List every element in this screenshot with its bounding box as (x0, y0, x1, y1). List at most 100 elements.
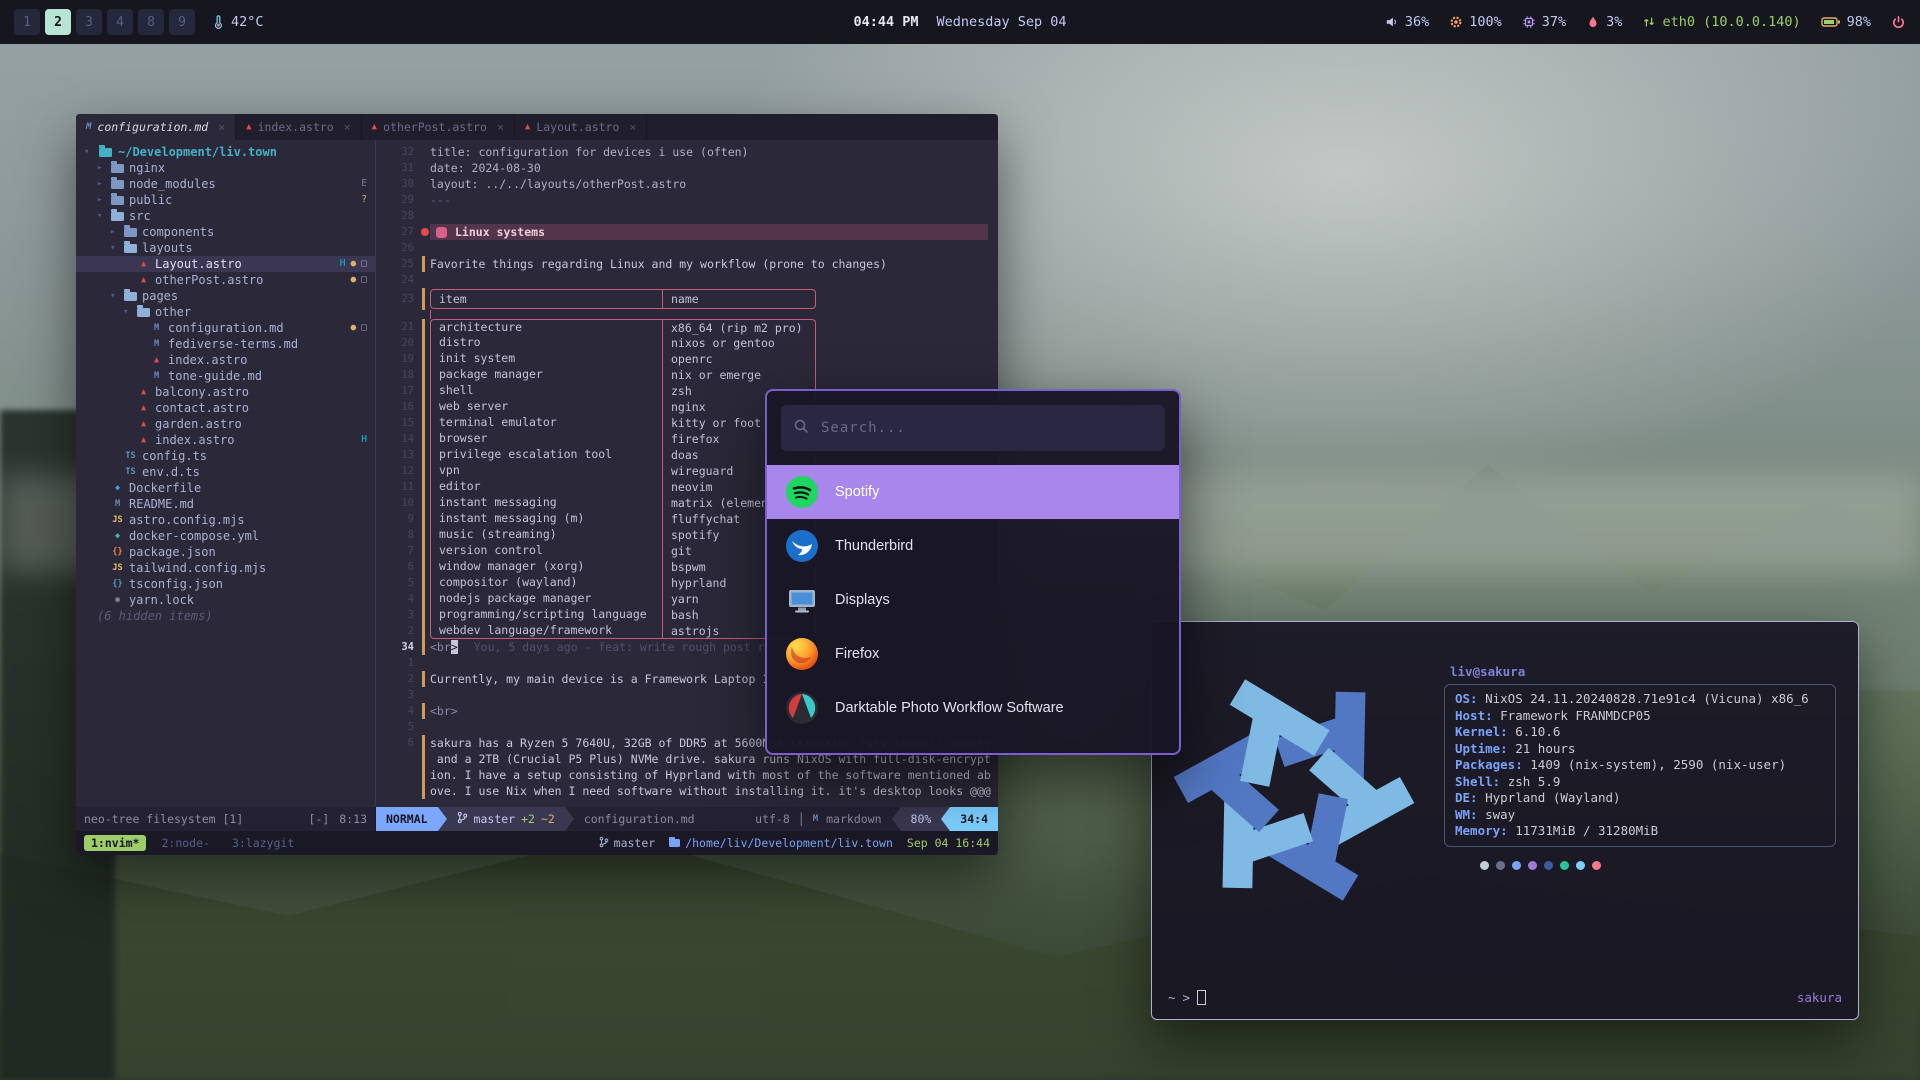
git-status-badges: E (361, 176, 367, 192)
power-button[interactable] (1891, 15, 1906, 30)
chevron-down-icon: ▾ (97, 208, 106, 224)
line-number: 15 (376, 415, 422, 431)
tree-item[interactable]: Mfediverse-terms.md (76, 336, 375, 352)
launcher-item[interactable]: Displays (767, 573, 1179, 627)
editor-tab[interactable]: ▲Layout.astro× (515, 114, 647, 140)
tree-item[interactable]: TSconfig.ts (76, 448, 375, 464)
sign-column (422, 607, 430, 623)
tree-item[interactable]: ▾other (76, 304, 375, 320)
tree-item[interactable]: {}tsconfig.json (76, 576, 375, 592)
editor-tab[interactable]: ▲index.astro× (236, 114, 362, 140)
chevron-down-icon: ▾ (123, 304, 132, 320)
tree-item-label: otherPost.astro (155, 272, 263, 288)
close-tab-icon[interactable]: × (218, 120, 225, 134)
tree-item[interactable]: ▲contact.astro (76, 400, 375, 416)
tree-item[interactable]: Mconfiguration.md●□ (76, 320, 375, 336)
launcher-item[interactable]: Firefox (767, 627, 1179, 681)
table-cell-item: compositor (wayland) (431, 575, 663, 591)
tree-root[interactable]: ▾ ~/Development/liv.town (76, 144, 375, 160)
chevron-down-icon: ▾ (110, 240, 119, 256)
status-badge: H (361, 432, 367, 448)
volume-indicator[interactable]: 36% (1385, 14, 1429, 30)
workspace-button[interactable]: 2 (45, 9, 71, 35)
fetch-info-value: zsh 5.9 (1508, 774, 1561, 789)
cpu-indicator[interactable]: 37% (1522, 14, 1566, 30)
tree-item[interactable]: MREADME.md (76, 496, 375, 512)
tree-item[interactable]: Mtone-guide.md (76, 368, 375, 384)
sign-column (422, 319, 430, 335)
tree-item[interactable]: ▸node_modulesE (76, 176, 375, 192)
workspace-button[interactable]: 8 (138, 9, 164, 35)
tree-item[interactable]: ▸public? (76, 192, 375, 208)
table-cell-item: version control (431, 543, 663, 559)
battery-indicator[interactable]: 98% (1821, 14, 1871, 30)
tree-item[interactable]: ▲index.astroH (76, 432, 375, 448)
tree-item[interactable]: ▾pages (76, 288, 375, 304)
launcher-item[interactable]: Thunderbird (767, 519, 1179, 573)
clock: 04:44 PM Wednesday Sep 04 (853, 14, 1066, 30)
line-number: 31 (376, 160, 422, 176)
brightness-indicator[interactable]: 100% (1449, 14, 1502, 30)
sign-column (422, 591, 430, 607)
buffer-line: 27Linux systems (376, 224, 998, 240)
editor-tab[interactable]: Mconfiguration.md× (76, 114, 236, 140)
tree-item[interactable]: ▸components (76, 224, 375, 240)
tmux-window[interactable]: 3:lazygit (225, 835, 301, 851)
prompt-char: > (1183, 990, 1191, 1005)
tree-item[interactable]: {}package.json (76, 544, 375, 560)
sign-column (422, 719, 430, 735)
search-input[interactable] (819, 419, 1153, 437)
line-number: 2 (376, 671, 422, 687)
tmux-window[interactable]: 1:nvim* (84, 835, 146, 851)
tree-item[interactable]: ▲garden.astro (76, 416, 375, 432)
launcher-search[interactable] (781, 405, 1165, 451)
tree-item[interactable]: ▲index.astro (76, 352, 375, 368)
tree-item[interactable]: ▲otherPost.astro●□ (76, 272, 375, 288)
workspace-button[interactable]: 1 (14, 9, 40, 35)
tree-item[interactable]: ▸nginx (76, 160, 375, 176)
file-type-icon: ▲ (137, 384, 150, 400)
buffer-line: 25Favorite things regarding Linux and my… (376, 256, 998, 272)
workspace-button[interactable]: 4 (107, 9, 133, 35)
tree-item[interactable]: ▲balcony.astro (76, 384, 375, 400)
close-tab-icon[interactable]: × (629, 120, 636, 134)
git-status-badges: H (361, 432, 367, 448)
file-type-icon: ▲ (150, 352, 163, 368)
close-tab-icon[interactable]: × (497, 120, 504, 134)
file-type-icon: ◆ (111, 528, 124, 544)
git-status-segment: master +2 ~2 (447, 807, 565, 831)
tree-item[interactable]: ◆docker-compose.yml (76, 528, 375, 544)
network-indicator[interactable]: eth0 (10.0.0.140) (1642, 14, 1800, 30)
table-cell-item: shell (431, 383, 663, 399)
tree-item[interactable]: ▾src (76, 208, 375, 224)
sign-column (422, 310, 430, 319)
shell-prompt[interactable]: ~ > (1168, 990, 1206, 1005)
tmux-window[interactable]: 2:node- (154, 835, 216, 851)
tree-item[interactable]: TSenv.d.ts (76, 464, 375, 480)
fetch-info-row: Packages: 1409 (nix-system), 2590 (nix-u… (1455, 757, 1825, 774)
table-cell-item: instant messaging (431, 495, 663, 511)
tree-item[interactable]: ◆Dockerfile (76, 480, 375, 496)
tree-item[interactable]: JStailwind.config.mjs (76, 560, 375, 576)
network-arrows-icon (1642, 15, 1656, 29)
fetch-info-value: 21 hours (1515, 741, 1575, 756)
tree-item[interactable]: ◉yarn.lock (76, 592, 375, 608)
close-tab-icon[interactable]: × (344, 120, 351, 134)
tree-item[interactable]: (6 hidden items) (76, 608, 375, 624)
launcher-item[interactable]: Darktable Photo Workflow Software (767, 681, 1179, 735)
memory-indicator[interactable]: 3% (1586, 14, 1622, 30)
launcher-item[interactable]: Spotify (767, 465, 1179, 519)
tree-item[interactable]: JSastro.config.mjs (76, 512, 375, 528)
tree-item[interactable]: ▾layouts (76, 240, 375, 256)
tab-label: Layout.astro (536, 120, 619, 134)
editor-tabline: Mconfiguration.md×▲index.astro×▲otherPos… (76, 114, 998, 140)
tree-item[interactable]: ▲Layout.astroH●□ (76, 256, 375, 272)
line-number: 8 (376, 527, 422, 543)
editor-tab[interactable]: ▲otherPost.astro× (362, 114, 515, 140)
workspace-button[interactable]: 9 (169, 9, 195, 35)
workspace-button[interactable]: 3 (76, 9, 102, 35)
status-badge: ? (361, 192, 367, 208)
tree-item-label: README.md (129, 496, 194, 512)
fetch-info-box: OS: NixOS 24.11.20240828.71e91c4 (Vicuna… (1444, 684, 1836, 847)
table-cell-item: nodejs package manager (431, 591, 663, 607)
